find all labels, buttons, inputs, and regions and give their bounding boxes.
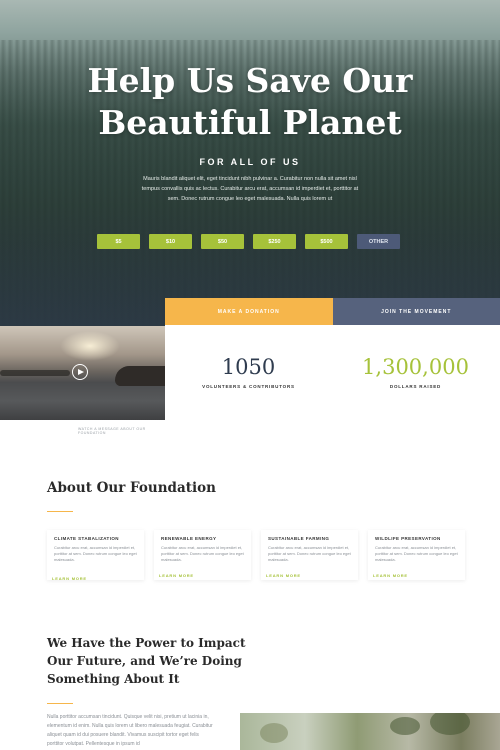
amount-button-5[interactable]: $5 bbox=[97, 234, 140, 249]
donation-amounts: $5 $10 $50 $250 $500 OTHER bbox=[97, 234, 400, 249]
stat-dollars-value: 1,300,000 bbox=[362, 355, 469, 379]
leaf-shape bbox=[430, 713, 470, 735]
amount-button-50[interactable]: $50 bbox=[201, 234, 244, 249]
about-divider bbox=[47, 511, 73, 512]
hero-title-line2: Beautiful Planet bbox=[98, 103, 402, 142]
card-text: Curabitur arcu erat, accumsan id imperdi… bbox=[375, 545, 458, 562]
learn-more-link-climate[interactable]: LEARN MORE bbox=[52, 576, 87, 581]
card-text: Curabitur arcu erat, accumsan id imperdi… bbox=[54, 545, 137, 562]
learn-more-link-farming[interactable]: LEARN MORE bbox=[266, 573, 301, 578]
video-caption: WATCH A MESSAGE ABOUT OUR FOUNDATION bbox=[78, 427, 146, 435]
hero-kicker: FOR ALL OF US bbox=[199, 157, 301, 167]
amount-button-other[interactable]: OTHER bbox=[357, 234, 400, 249]
play-icon[interactable] bbox=[72, 364, 88, 380]
card-text: Curabitur arcu erat, accumsan id imperdi… bbox=[161, 545, 244, 562]
learn-more-link-renewable[interactable]: LEARN MORE bbox=[159, 573, 194, 578]
power-title: We Have the Power to Impact Our Future, … bbox=[47, 636, 246, 686]
tab-join-movement[interactable]: JOIN THE MOVEMENT bbox=[332, 298, 500, 325]
card-title: RENEWABLE ENERGY bbox=[161, 536, 217, 541]
amount-button-250[interactable]: $250 bbox=[253, 234, 296, 249]
hero-title-line1: Help Us Save Our bbox=[87, 61, 413, 100]
card-title: SUSTAINABLE FARMING bbox=[268, 536, 330, 541]
card-title: CLIMATE STABALIZATION bbox=[54, 536, 119, 541]
stat-dollars-label: DOLLARS RAISED bbox=[389, 384, 442, 389]
nature-photo bbox=[240, 713, 500, 750]
hero-section: Help Us Save Our Beautiful Planet FOR AL… bbox=[0, 0, 500, 326]
stat-dollars: 1,300,000 DOLLARS RAISED bbox=[332, 355, 499, 389]
learn-more-link-wildlife[interactable]: LEARN MORE bbox=[373, 573, 408, 578]
card-text: Curabitur arcu erat, accumsan id imperdi… bbox=[268, 545, 351, 562]
amount-button-10[interactable]: $10 bbox=[149, 234, 192, 249]
rock-outcrop bbox=[115, 366, 165, 386]
about-title: About Our Foundation bbox=[47, 480, 216, 496]
shoreline bbox=[0, 370, 70, 376]
sunset-glow bbox=[60, 331, 120, 361]
stat-volunteers-value: 1050 bbox=[221, 355, 276, 379]
tab-make-donation[interactable]: MAKE A DONATION bbox=[165, 298, 333, 325]
hero-text: Mauris blandit aliquet elit, eget tincid… bbox=[141, 176, 359, 202]
leaf-shape bbox=[390, 717, 420, 735]
card-climate: CLIMATE STABALIZATION Curabitur arcu era… bbox=[47, 530, 144, 580]
amount-button-500[interactable]: $500 bbox=[305, 234, 348, 249]
power-text: Nulla porttitor accumsan tincidunt. Quis… bbox=[47, 714, 213, 747]
leaf-shape bbox=[260, 723, 288, 743]
card-title: WILDLIFE PRESERVATION bbox=[375, 536, 441, 541]
stat-volunteers: 1050 VOLUNTEERS & CONTRIBUTORS bbox=[165, 355, 332, 389]
action-tabs: MAKE A DONATION JOIN THE MOVEMENT bbox=[165, 298, 500, 325]
power-divider bbox=[47, 703, 73, 704]
hero-title: Help Us Save Our Beautiful Planet bbox=[0, 60, 500, 144]
stats-card: 1050 VOLUNTEERS & CONTRIBUTORS 1,300,000… bbox=[165, 325, 500, 420]
video-thumbnail[interactable] bbox=[0, 326, 165, 420]
stat-volunteers-label: VOLUNTEERS & CONTRIBUTORS bbox=[202, 384, 295, 389]
